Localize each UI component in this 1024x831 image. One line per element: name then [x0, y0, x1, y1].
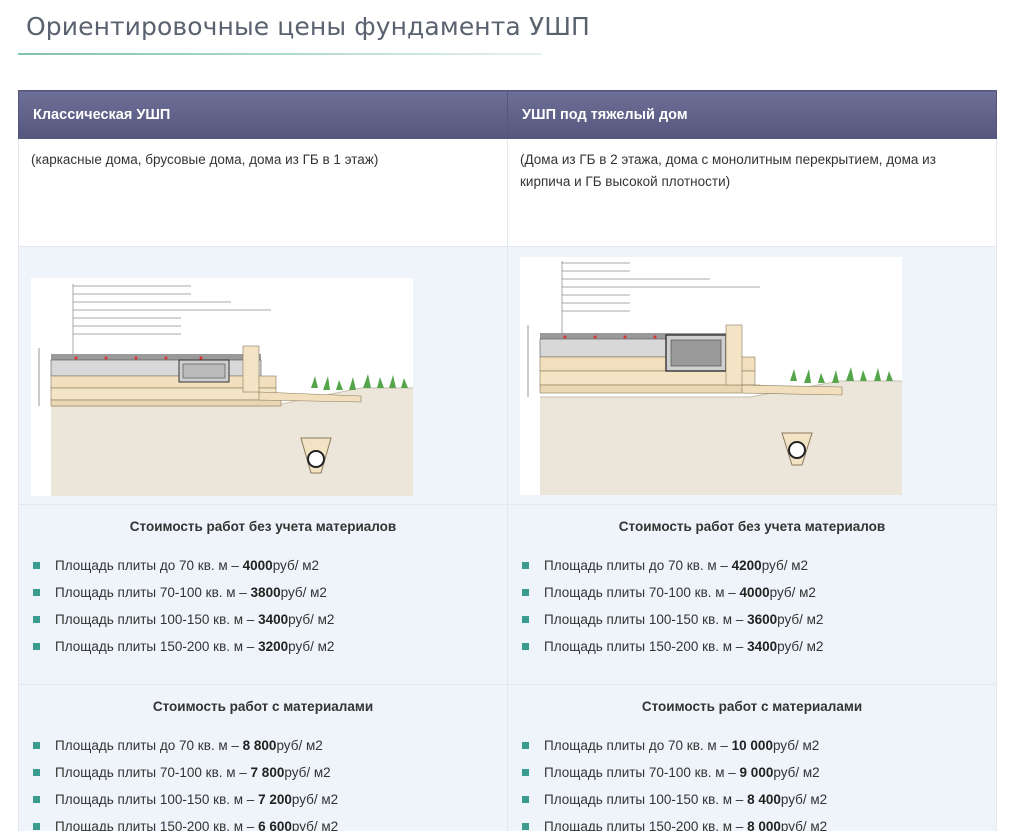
price-table: Классическая УШП УШП под тяжелый дом (ка…: [18, 90, 997, 831]
list-item: Площадь плиты 100-150 кв. м – 3600руб/ м…: [522, 611, 996, 638]
list-item: Площадь плиты 70-100 кв. м – 4000руб/ м2: [522, 584, 996, 611]
list-item: Площадь плиты 100-150 кв. м – 7 200руб/ …: [33, 791, 507, 818]
square-bullet-icon: [33, 742, 40, 749]
description-heavy: (Дома из ГБ в 2 этажа, дома с монолитным…: [507, 138, 997, 247]
square-bullet-icon: [33, 643, 40, 650]
foundation-diagram-heavy: [520, 257, 902, 495]
works-title-classic: Стоимость работ без учета материалов: [129, 519, 397, 534]
list-item: Площадь плиты 100-150 кв. м – 8 400руб/ …: [522, 791, 996, 818]
list-item: Площадь плиты 150-200 кв. м – 3400руб/ м…: [522, 638, 996, 665]
materials-row: Стоимость работ с материалами Площадь пл…: [18, 684, 997, 831]
list-item: Площадь плиты 70-100 кв. м – 3800руб/ м2: [33, 584, 507, 611]
square-bullet-icon: [522, 769, 529, 776]
list-item: Площадь плиты 70-100 кв. м – 7 800руб/ м…: [33, 764, 507, 791]
list-item: Площадь плиты 150-200 кв. м – 6 600руб/ …: [33, 818, 507, 831]
column-header-classic: Классическая УШП: [18, 90, 508, 139]
square-bullet-icon: [522, 562, 529, 569]
square-bullet-icon: [33, 616, 40, 623]
materials-list-classic: Площадь плиты до 70 кв. м – 8 800руб/ м2…: [19, 725, 507, 831]
square-bullet-icon: [522, 616, 529, 623]
list-item: Площадь плиты 150-200 кв. м – 8 000руб/ …: [522, 818, 996, 831]
square-bullet-icon: [522, 643, 529, 650]
list-item: Площадь плиты до 70 кв. м – 8 800руб/ м2: [33, 737, 507, 764]
square-bullet-icon: [33, 769, 40, 776]
square-bullet-icon: [522, 796, 529, 803]
page-title: Ориентировочные цены фундамента УШП: [26, 12, 590, 41]
square-bullet-icon: [522, 742, 529, 749]
materials-cell-heavy: Стоимость работ с материалами Площадь пл…: [507, 684, 997, 831]
works-title-heavy: Стоимость работ без учета материалов: [618, 519, 886, 534]
list-item: Площадь плиты до 70 кв. м – 4000руб/ м2: [33, 557, 507, 584]
list-item: Площадь плиты 100-150 кв. м – 3400руб/ м…: [33, 611, 507, 638]
list-item: Площадь плиты до 70 кв. м – 4200руб/ м2: [522, 557, 996, 584]
works-row: Стоимость работ без учета материалов Пло…: [18, 504, 997, 685]
materials-list-heavy: Площадь плиты до 70 кв. м – 10 000руб/ м…: [508, 725, 996, 831]
description-classic: (каркасные дома, брусовые дома, дома из …: [18, 138, 508, 247]
diagram-cell-heavy: [507, 246, 997, 505]
square-bullet-icon: [33, 823, 40, 830]
foundation-diagram-classic: [31, 278, 413, 496]
title-underline: [18, 53, 542, 55]
works-list-classic: Площадь плиты до 70 кв. м – 4000руб/ м2 …: [19, 545, 507, 665]
square-bullet-icon: [33, 796, 40, 803]
materials-title-classic: Стоимость работ с материалами: [152, 699, 374, 714]
works-cell-heavy: Стоимость работ без учета материалов Пло…: [507, 504, 997, 685]
works-list-heavy: Площадь плиты до 70 кв. м – 4200руб/ м2 …: [508, 545, 996, 665]
square-bullet-icon: [522, 823, 529, 830]
diagram-row: [18, 246, 997, 505]
square-bullet-icon: [33, 589, 40, 596]
materials-cell-classic: Стоимость работ с материалами Площадь пл…: [18, 684, 508, 831]
list-item: Площадь плиты 150-200 кв. м – 3200руб/ м…: [33, 638, 507, 665]
diagram-cell-classic: [18, 246, 508, 505]
list-item: Площадь плиты 70-100 кв. м – 9 000руб/ м…: [522, 764, 996, 791]
materials-title-heavy: Стоимость работ с материалами: [641, 699, 863, 714]
square-bullet-icon: [33, 562, 40, 569]
column-header-heavy: УШП под тяжелый дом: [507, 90, 997, 139]
description-row: (каркасные дома, брусовые дома, дома из …: [18, 138, 997, 247]
list-item: Площадь плиты до 70 кв. м – 10 000руб/ м…: [522, 737, 996, 764]
square-bullet-icon: [522, 589, 529, 596]
works-cell-classic: Стоимость работ без учета материалов Пло…: [18, 504, 508, 685]
table-header-row: Классическая УШП УШП под тяжелый дом: [18, 90, 997, 139]
